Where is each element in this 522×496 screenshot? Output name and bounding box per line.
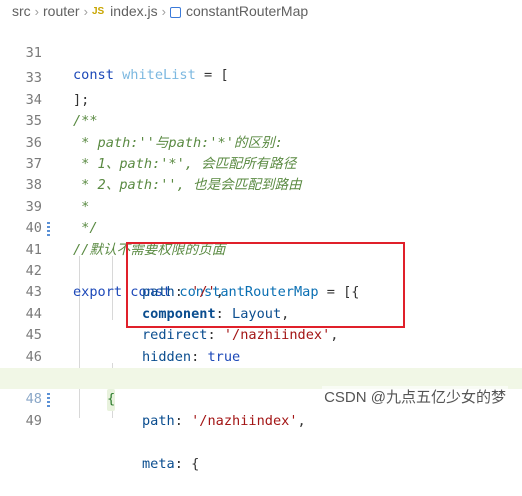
javascript-file-icon: JS <box>91 5 105 17</box>
chevron-right-icon: › <box>161 3 166 19</box>
breadcrumb-item-file[interactable]: index.js <box>110 3 157 19</box>
code-line[interactable]: 38 * <box>0 154 522 214</box>
code-line[interactable]: 34 /** <box>0 68 522 129</box>
property-name: meta <box>142 455 175 472</box>
code-line[interactable]: 40 //默认不需要权限的页面 <box>0 197 522 257</box>
string-value: '/nazhiindex' <box>191 412 298 429</box>
code-line[interactable]: 31 const whiteList = [ <box>0 22 522 82</box>
annotation-highlight-box <box>126 242 405 328</box>
symbol-variable-icon <box>169 6 181 18</box>
breadcrumb-item-router[interactable]: router <box>43 3 80 19</box>
code-text: , <box>297 412 306 429</box>
property-name: path <box>142 412 175 429</box>
line-number: 49 <box>25 412 42 429</box>
code-line[interactable]: 39 */ <box>0 175 522 236</box>
code-editor[interactable]: 31 const whiteList = [ 33 ]; 34 /** 35 *… <box>0 22 522 472</box>
code-line[interactable]: 36 * 1、path:'*', 会匹配所有路径 <box>0 111 522 172</box>
code-line[interactable]: 47 { <box>0 347 522 411</box>
breadcrumb: src › router › JS index.js › constantRou… <box>0 0 522 22</box>
modified-indicator[interactable] <box>47 393 50 408</box>
chevron-right-icon: › <box>34 3 40 19</box>
code-text: : <box>174 455 192 472</box>
chevron-right-icon: › <box>83 3 88 19</box>
code-line[interactable]: 35 * path:''与path:'*'的区别: <box>0 90 522 150</box>
breadcrumb-item-src[interactable]: src <box>12 3 31 19</box>
code-text: : <box>174 412 192 429</box>
breadcrumb-item-symbol[interactable]: constantRouterMap <box>186 3 308 19</box>
code-line[interactable]: 46 }, <box>0 325 522 386</box>
code-line[interactable]: 33 ]; <box>0 47 522 107</box>
code-line[interactable]: 41 export const constantRouterMap = [{ <box>0 218 522 300</box>
modified-indicator[interactable] <box>47 222 50 237</box>
watermark: CSDN @九点五亿少女的梦 <box>322 386 508 407</box>
code-line[interactable]: 37 * 2、path:'', 也是会匹配到路由 <box>0 133 522 193</box>
code-text: { <box>191 455 200 472</box>
